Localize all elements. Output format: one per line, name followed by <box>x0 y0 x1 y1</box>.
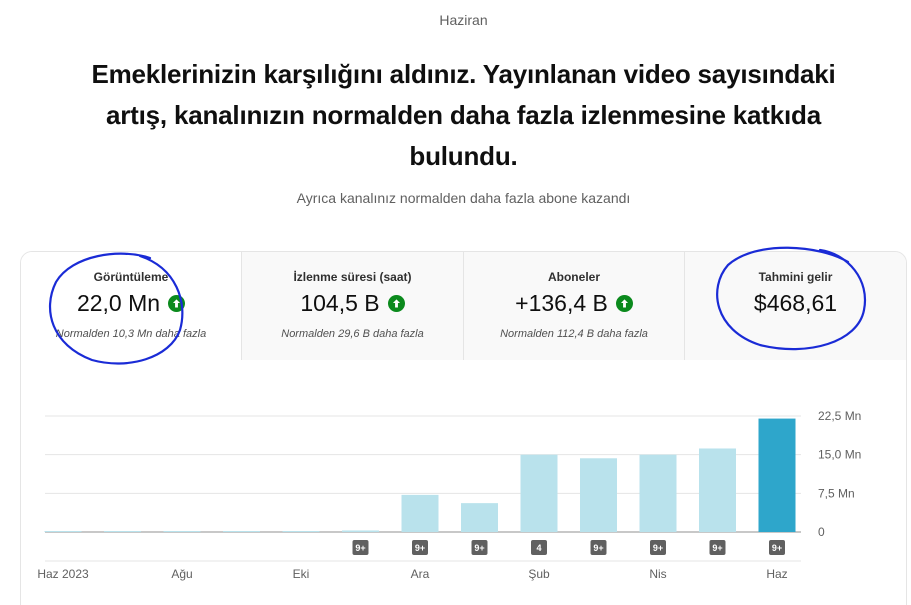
bar <box>342 530 379 532</box>
video-count-badge-label: 9+ <box>653 543 663 553</box>
x-tick-label: Ağu <box>171 567 192 581</box>
bar <box>104 531 141 532</box>
y-tick-label: 7,5 Mn <box>818 486 855 500</box>
bar <box>401 494 439 532</box>
x-tick-label: Haz 2023 <box>37 567 89 581</box>
bar <box>163 531 201 532</box>
y-tick-label: 22,5 Mn <box>818 409 861 423</box>
x-tick-label: Ara <box>411 567 430 581</box>
y-tick-label: 0 <box>818 525 825 539</box>
y-tick-label: 15,0 Mn <box>818 448 861 462</box>
page: Haziran Emeklerinizin karşılığını aldını… <box>0 0 911 605</box>
bar <box>639 454 677 532</box>
bar <box>520 454 558 532</box>
analytics-card: Görüntüleme 22,0 Mn Normalden 10,3 Mn da… <box>20 251 907 605</box>
video-count-badge-label: 9+ <box>474 543 484 553</box>
bar <box>223 531 260 532</box>
x-tick-label: Şub <box>528 567 550 581</box>
x-tick-label: Eki <box>293 567 310 581</box>
x-tick-label: Haz <box>766 567 787 581</box>
bar <box>580 458 617 532</box>
video-count-badge-label: 9+ <box>712 543 722 553</box>
video-count-badge-label: 9+ <box>415 543 425 553</box>
bar <box>699 448 736 532</box>
subheadline: Ayrıca kanalınız normalden daha fazla ab… <box>296 190 631 206</box>
video-count-badge-label: 9+ <box>355 543 365 553</box>
video-count-badge-label: 9+ <box>593 543 603 553</box>
bar <box>282 531 320 532</box>
bar <box>461 503 498 532</box>
video-count-badge-label: 9+ <box>772 543 782 553</box>
bar <box>758 418 796 532</box>
bar <box>44 531 82 532</box>
video-count-badge-label: 4 <box>536 543 541 553</box>
views-bar-chart: 0 7,5 Mn 15,0 Mn 22,5 Mn 9+ 9+ 9+ 4 9+ 9+ 9+ 9+ Haz … <box>37 409 861 581</box>
headline: Emeklerinizin karşılığını aldınız. Yayın… <box>91 59 836 171</box>
x-tick-label: Nis <box>649 567 666 581</box>
month-title: Haziran <box>439 12 488 28</box>
